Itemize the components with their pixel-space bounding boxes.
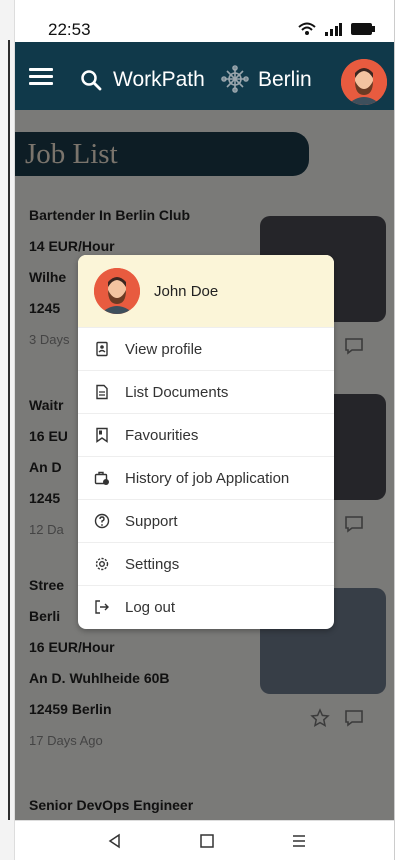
user-menu-popup: John Doe View profile List Documents Fav… (78, 255, 334, 629)
battery-icon (351, 23, 375, 35)
menu-item-settings[interactable]: Settings (78, 542, 334, 586)
help-circle-icon (94, 513, 110, 529)
menu-item-favourities[interactable]: Favourities (78, 413, 334, 457)
system-navigation-bar (15, 820, 394, 860)
menu-item-history-of-job-application[interactable]: History of job Application (78, 456, 334, 500)
menu-item-list-documents[interactable]: List Documents (78, 370, 334, 414)
user-menu-header: John Doe (78, 255, 334, 327)
logout-icon (95, 600, 109, 614)
briefcase-history-icon (94, 471, 109, 485)
avatar-face-icon (94, 268, 140, 314)
menu-item-label: Log out (125, 599, 176, 616)
user-name: John Doe (154, 283, 219, 300)
menu-item-label: Settings (125, 556, 180, 573)
brand-logo-icon (221, 65, 249, 93)
menu-item-label: History of job Application (125, 470, 290, 487)
home-icon[interactable] (197, 831, 217, 851)
gear-icon (95, 557, 109, 571)
menu-item-view-profile[interactable]: View profile (78, 327, 334, 371)
menu-item-label: Support (125, 513, 178, 530)
avatar[interactable] (341, 59, 387, 105)
wifi-icon (298, 22, 316, 35)
menu-item-label: List Documents (125, 384, 229, 401)
back-icon[interactable] (105, 831, 125, 851)
status-bar: 22:53 (15, 0, 394, 42)
hamburger-menu-icon[interactable] (29, 68, 53, 86)
id-card-icon (96, 341, 108, 357)
phone-screen: 22:53 WorkPath Berlin John Doe View prof… (14, 0, 395, 860)
device-frame-left (0, 0, 14, 860)
avatar-face-icon (341, 59, 387, 105)
menu-item-label: View profile (125, 341, 203, 358)
app-bar: WorkPath Berlin (15, 42, 394, 110)
recent-apps-icon[interactable] (289, 831, 309, 851)
menu-item-label: Favourities (125, 427, 199, 444)
status-time: 22:53 (48, 20, 91, 39)
signal-icon (325, 23, 342, 36)
menu-item-log-out[interactable]: Log out (78, 585, 334, 629)
menu-item-support[interactable]: Support (78, 499, 334, 543)
city-label: Berlin (258, 68, 312, 91)
search-icon[interactable] (79, 68, 103, 92)
app-title: WorkPath (113, 68, 205, 91)
bookmark-icon (96, 427, 108, 443)
document-icon (96, 384, 108, 400)
user-avatar (94, 268, 140, 314)
